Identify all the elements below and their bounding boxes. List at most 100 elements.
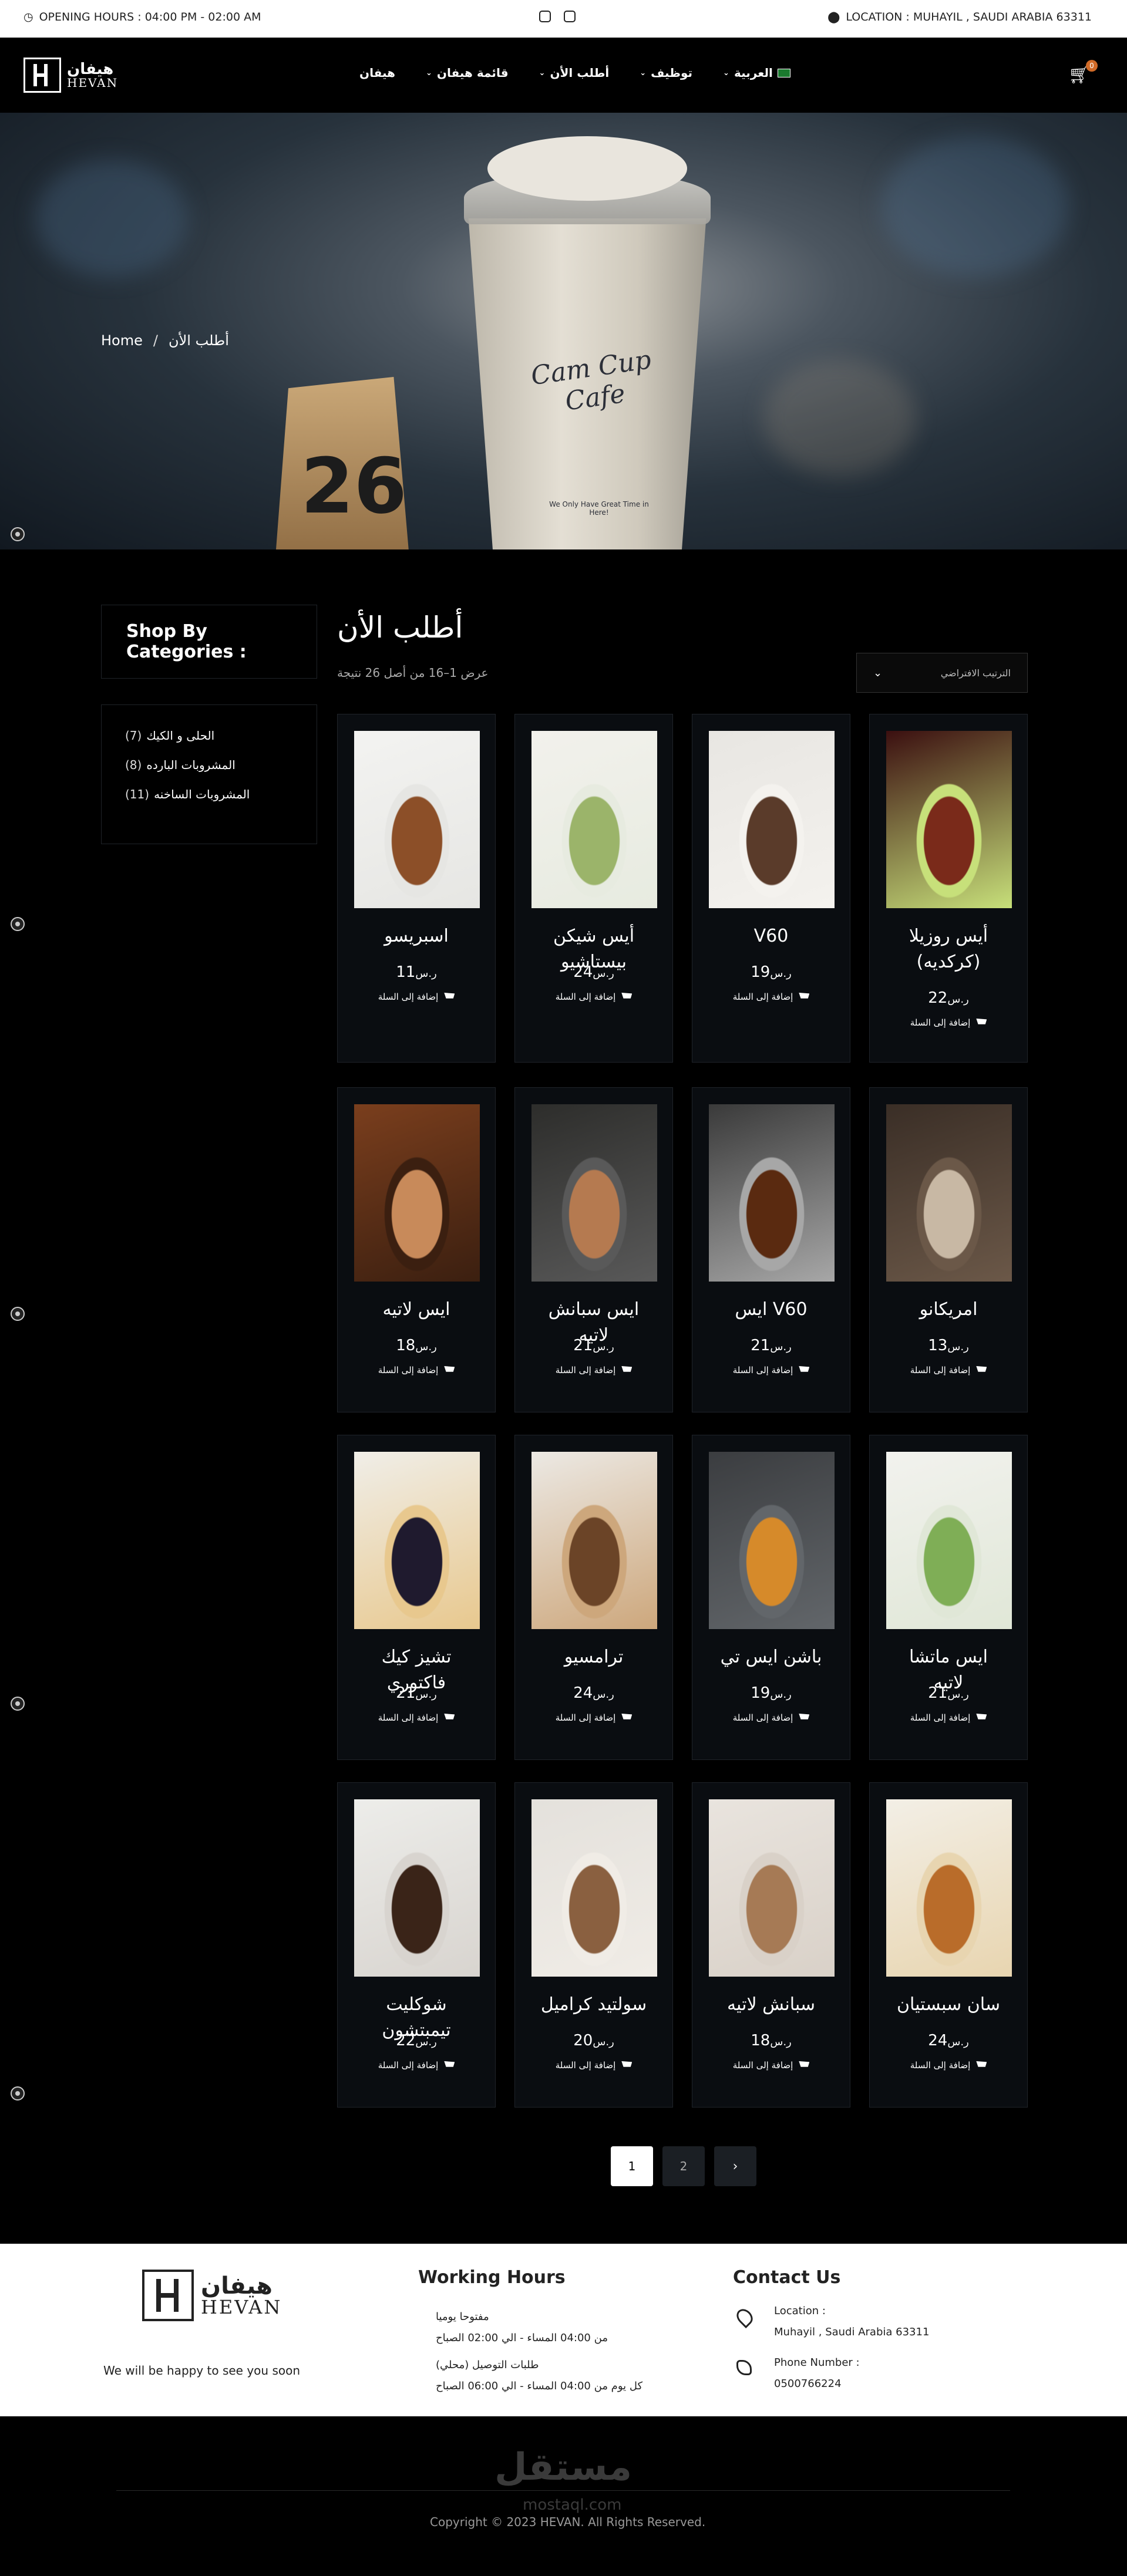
- add-to-cart-button[interactable]: إضافة إلى السلة: [692, 1712, 850, 1723]
- nav-item-jobs[interactable]: توظيف ⌄: [640, 66, 692, 80]
- table-number-sign: 26: [275, 377, 410, 549]
- product-name[interactable]: اسبريسو: [338, 923, 495, 949]
- footer-logo[interactable]: هيفان HEVAN: [142, 2270, 282, 2321]
- product-image[interactable]: [354, 1452, 480, 1629]
- instagram-icon[interactable]: [539, 11, 551, 22]
- footer-tagline: We will be happy to see you soon: [103, 2363, 301, 2378]
- category-label: الحلى و الكيك: [146, 729, 215, 743]
- product-image[interactable]: [531, 731, 657, 908]
- floating-widget-icon[interactable]: [11, 527, 25, 541]
- product-card[interactable]: سان سبستيان 24ر.س إضافة إلى السلة: [869, 1782, 1028, 2108]
- currency-symbol: ر.س: [415, 1341, 437, 1353]
- iced-drink-cup: Cam Cup Cafe We Only Have Great Time in …: [458, 136, 716, 549]
- add-to-cart-button[interactable]: إضافة إلى السلة: [692, 1365, 850, 1375]
- product-card[interactable]: ايس V60 21ر.س إضافة إلى السلة: [692, 1087, 850, 1412]
- category-item-cold-drinks[interactable]: (8) المشروبات البارده: [125, 758, 317, 772]
- add-to-cart-button[interactable]: إضافة إلى السلة: [515, 992, 672, 1002]
- add-to-cart-button[interactable]: إضافة إلى السلة: [692, 2060, 850, 2071]
- product-name[interactable]: ايس V60: [692, 1297, 850, 1323]
- product-image[interactable]: [709, 731, 835, 908]
- next-page-button[interactable]: ›: [714, 2146, 756, 2186]
- currency-symbol: ر.س: [770, 1688, 792, 1701]
- category-item-hot-drinks[interactable]: (11) المشروبات الساخنه: [125, 787, 317, 801]
- cart-button[interactable]: 🛒︎ 0: [1068, 60, 1098, 85]
- page-current[interactable]: 1: [611, 2146, 653, 2186]
- cart-icon: [621, 1714, 633, 1719]
- product-name[interactable]: امريكانو: [870, 1297, 1027, 1323]
- product-name[interactable]: أيس روزيلا (كركديه): [870, 923, 1027, 975]
- floating-widget-icon[interactable]: [11, 1697, 25, 1711]
- product-image[interactable]: [886, 1104, 1012, 1282]
- breadcrumb-home[interactable]: Home: [101, 332, 143, 349]
- product-card[interactable]: ترامسيو 24ر.س إضافة إلى السلة: [514, 1435, 673, 1760]
- product-card[interactable]: تشيز كيك فاكتوري 21ر.س إضافة إلى السلة: [337, 1435, 496, 1760]
- snapchat-icon[interactable]: [564, 11, 576, 22]
- product-name[interactable]: ايس لاتيه: [338, 1297, 495, 1323]
- floating-widget-icon[interactable]: [11, 2086, 25, 2100]
- add-to-cart-button[interactable]: إضافة إلى السلة: [692, 992, 850, 1002]
- product-image[interactable]: [531, 1799, 657, 1977]
- add-to-cart-button[interactable]: إضافة إلى السلة: [870, 1712, 1027, 1723]
- product-name[interactable]: سان سبستيان: [870, 1992, 1027, 2018]
- product-card[interactable]: باشن ايس تي 19ر.س إضافة إلى السلة: [692, 1435, 850, 1760]
- product-image[interactable]: [531, 1104, 657, 1282]
- category-item-desserts[interactable]: (7) الحلى و الكيك: [125, 729, 317, 743]
- price-value: 18: [751, 2032, 771, 2049]
- phone-value[interactable]: 0500766224: [774, 2378, 842, 2390]
- product-card[interactable]: أيس روزيلا (كركديه) 22ر.س إضافة إلى السلة: [869, 714, 1028, 1063]
- product-image[interactable]: [709, 1104, 835, 1282]
- product-card[interactable]: ايس ماتشا لاتيه 21ر.س إضافة إلى السلة: [869, 1435, 1028, 1760]
- currency-symbol: ر.س: [770, 2036, 792, 2048]
- product-card[interactable]: ايس لاتيه 18ر.س إضافة إلى السلة: [337, 1087, 496, 1412]
- add-to-cart-button[interactable]: إضافة إلى السلة: [338, 1712, 495, 1723]
- add-to-cart-button[interactable]: إضافة إلى السلة: [338, 2060, 495, 2071]
- product-name[interactable]: سولتيد كراميل: [515, 1992, 672, 2018]
- product-name[interactable]: V60: [692, 923, 850, 949]
- product-image[interactable]: [709, 1799, 835, 1977]
- product-card[interactable]: شوكليت تيمبتشون 22ر.س إضافة إلى السلة: [337, 1782, 496, 2108]
- site-logo[interactable]: هيفان HEVAN: [23, 58, 118, 93]
- product-image[interactable]: [886, 731, 1012, 908]
- product-name[interactable]: باشن ايس تي: [692, 1644, 850, 1670]
- product-card[interactable]: امريكانو 13ر.س إضافة إلى السلة: [869, 1087, 1028, 1412]
- add-to-cart-button[interactable]: إضافة إلى السلة: [870, 2060, 1027, 2071]
- page-link[interactable]: 2: [662, 2146, 705, 2186]
- nav-item-language[interactable]: العربية ⌄: [723, 66, 790, 80]
- category-count: (11): [125, 787, 150, 801]
- product-card[interactable]: V60 19ر.س إضافة إلى السلة: [692, 714, 850, 1063]
- add-to-cart-button[interactable]: إضافة إلى السلة: [338, 992, 495, 1002]
- add-to-cart-button[interactable]: إضافة إلى السلة: [870, 1365, 1027, 1375]
- product-card[interactable]: اسبريسو 11ر.س إضافة إلى السلة: [337, 714, 496, 1063]
- floating-widget-icon[interactable]: [11, 1307, 25, 1321]
- floating-widget-icon[interactable]: [11, 917, 25, 931]
- product-image[interactable]: [709, 1452, 835, 1629]
- product-image[interactable]: [886, 1452, 1012, 1629]
- product-price: 21ر.س: [515, 1337, 672, 1354]
- product-card[interactable]: سبانش لاتيه 18ر.س إضافة إلى السلة: [692, 1782, 850, 2108]
- add-to-cart-button[interactable]: إضافة إلى السلة: [338, 1365, 495, 1375]
- product-image[interactable]: [354, 1799, 480, 1977]
- add-to-cart-button[interactable]: إضافة إلى السلة: [870, 1017, 1027, 1028]
- sort-select[interactable]: ⌄ الترتيب الافتراضي: [856, 653, 1028, 693]
- nav-item-menu[interactable]: قائمة هيفان ⌄: [426, 66, 509, 80]
- product-name[interactable]: سبانش لاتيه: [692, 1992, 850, 2018]
- nav-item-label: توظيف: [651, 66, 693, 80]
- product-card[interactable]: سولتيد كراميل 20ر.س إضافة إلى السلة: [514, 1782, 673, 2108]
- category-label: المشروبات البارده: [146, 758, 236, 772]
- nav-item-order-now[interactable]: أطلب الأن ⌄: [539, 66, 610, 80]
- product-name[interactable]: ترامسيو: [515, 1644, 672, 1670]
- product-image[interactable]: [886, 1799, 1012, 1977]
- product-image[interactable]: [354, 1104, 480, 1282]
- cart-icon: [799, 1714, 810, 1719]
- price-value: 24: [573, 963, 593, 981]
- add-to-cart-button[interactable]: إضافة إلى السلة: [515, 1365, 672, 1375]
- product-card[interactable]: أيس شيكن بيستاشيو 24ر.س إضافة إلى السلة: [514, 714, 673, 1063]
- product-image[interactable]: [531, 1452, 657, 1629]
- add-to-cart-button[interactable]: إضافة إلى السلة: [515, 2060, 672, 2071]
- add-to-cart-button[interactable]: إضافة إلى السلة: [515, 1712, 672, 1723]
- nav-item-home[interactable]: هيفان: [359, 66, 395, 80]
- currency-symbol: ر.س: [593, 1688, 614, 1701]
- product-image[interactable]: [354, 731, 480, 908]
- product-card[interactable]: ايس سبانش لاتيه 21ر.س إضافة إلى السلة: [514, 1087, 673, 1412]
- categories-title: Shop By Categories :: [101, 605, 317, 679]
